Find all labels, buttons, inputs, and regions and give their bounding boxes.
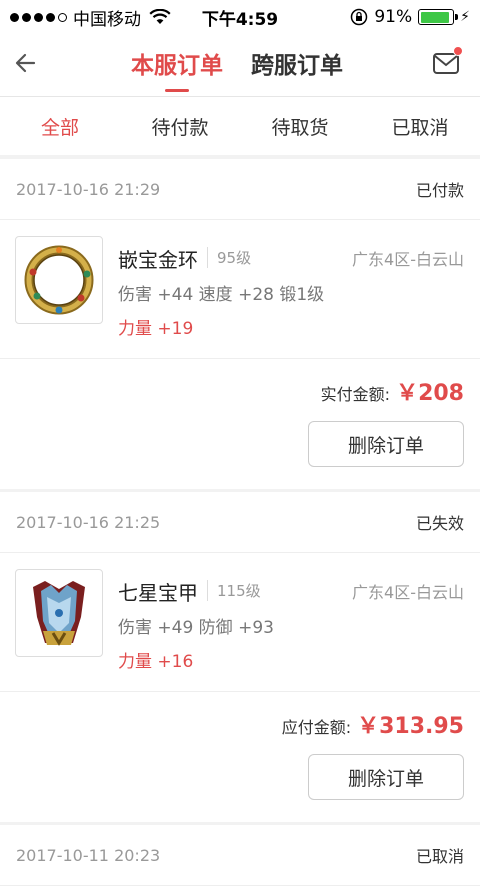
navigation-bar: 本服订单 跨服订单 [0,34,480,97]
order-card: 2017-10-16 21:29 已付款 嵌宝金环 95级 广东4区-白云山 伤… [0,159,480,489]
order-footer: 实付金额: ￥208 删除订单 [0,359,480,489]
filter-cancelled[interactable]: 已取消 [360,113,480,140]
order-time: 2017-10-16 21:25 [16,512,161,532]
order-status: 已取消 [415,847,464,866]
armor-icon [15,569,103,657]
back-arrow-icon[interactable] [12,49,40,77]
payment-amount: ￥313.95 [357,714,464,739]
item-attribute: 力量 +16 [118,652,194,672]
filter-all[interactable]: 全部 [0,113,120,140]
item-level: 115级 [207,580,261,601]
order-status: 已失效 [415,514,464,533]
order-item[interactable]: 嵌宝金环 95级 广东4区-白云山 伤害 +44 速度 +28 锻1级 力量 +… [0,220,480,359]
filter-pending-payment[interactable]: 待付款 [120,113,240,140]
order-footer: 应付金额: ￥313.95 删除订单 [0,692,480,822]
tab-cross-server-orders[interactable]: 跨服订单 [251,46,343,80]
tab-local-orders[interactable]: 本服订单 [131,46,223,80]
payment-summary: 实付金额: ￥208 [321,375,464,407]
wifi-icon [149,9,171,24]
item-attribute: 力量 +19 [118,319,194,339]
payment-label: 实付金额: [320,385,391,404]
rotation-lock-icon [351,8,368,26]
delete-order-button[interactable]: 删除订单 [308,421,464,467]
item-stats: 伤害 +44 速度 +28 锻1级 [118,285,325,305]
signal-strength-icon [10,12,67,22]
order-header: 2017-10-16 21:29 已付款 [0,159,480,220]
order-status: 已付款 [415,181,464,200]
order-filter-bar: 全部 待付款 待取货 已取消 [0,97,480,155]
battery-percent: 91% [374,7,413,27]
payment-amount: ￥208 [396,381,464,406]
item-name: 嵌宝金环 [118,248,198,272]
order-time: 2017-10-11 20:23 [16,845,161,865]
battery-icon [418,9,459,25]
carrier-name: 中国移动 [73,9,141,30]
active-tab-indicator [165,89,189,92]
filter-pending-pickup[interactable]: 待取货 [240,113,360,140]
battery-level [420,11,449,23]
charging-icon: ⚡ [460,9,470,25]
unread-badge [453,46,463,56]
order-item[interactable]: 七星宝甲 115级 广东4区-白云山 伤害 +49 防御 +93 力量 +16 [0,553,480,692]
order-header: 2017-10-16 21:25 已失效 [0,492,480,553]
item-server: 广东4区-白云山 [352,250,464,269]
item-stats: 伤害 +49 防御 +93 [118,618,274,638]
item-name: 七星宝甲 [118,581,198,605]
gold-ring-icon [15,236,103,324]
delete-order-button[interactable]: 删除订单 [308,754,464,800]
order-time: 2017-10-16 21:29 [16,179,161,199]
order-header: 2017-10-11 20:23 已取消 [0,825,480,886]
order-card: 2017-10-11 20:23 已取消 [0,825,480,886]
item-level: 95级 [207,247,251,268]
order-card: 2017-10-16 21:25 已失效 七星宝甲 115级 广东4区-白云山 … [0,492,480,822]
payment-summary: 应付金额: ￥313.95 [282,708,464,740]
status-bar: 中国移动 下午4:59 91% ⚡ [0,0,480,34]
payment-label: 应付金额: [281,718,352,737]
item-server: 广东4区-白云山 [352,583,464,602]
